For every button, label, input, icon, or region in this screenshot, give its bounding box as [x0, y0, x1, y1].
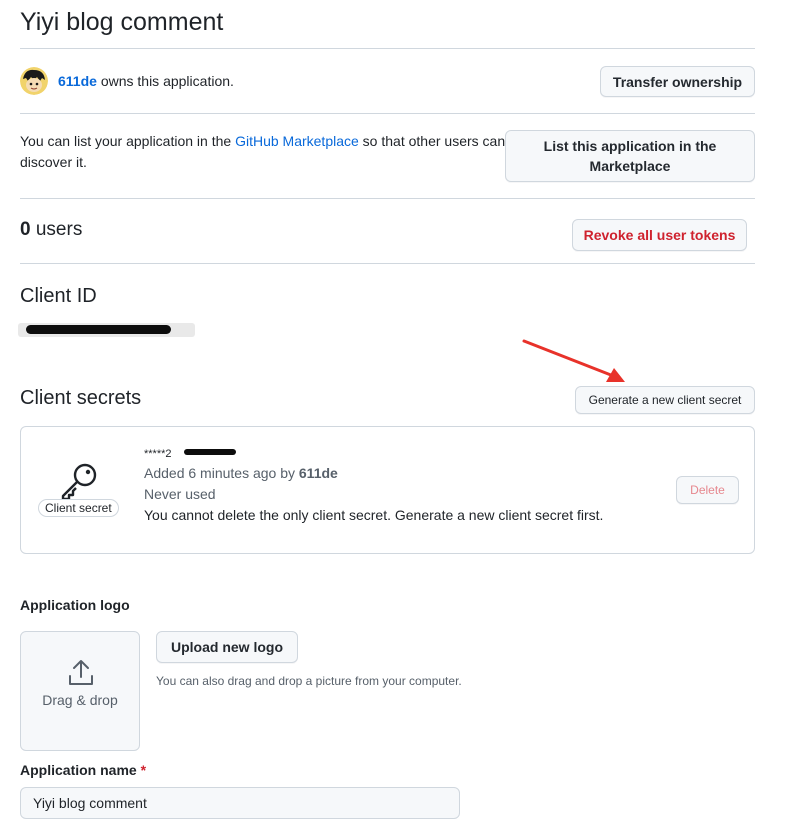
- generate-client-secret-button[interactable]: Generate a new client secret: [575, 386, 755, 414]
- secret-added-line: Added 6 minutes ago by 611de: [144, 463, 603, 484]
- avatar[interactable]: [20, 67, 48, 95]
- users-count: 0 users: [20, 219, 82, 241]
- secret-usage: Never used: [144, 486, 216, 502]
- client-id-redaction: [26, 325, 171, 334]
- divider: [20, 48, 755, 49]
- client-id-heading: Client ID: [20, 285, 97, 307]
- owner-row: 611de owns this application.: [20, 66, 234, 96]
- users-count-number: 0: [20, 219, 31, 240]
- page-title: Yiyi blog comment: [20, 8, 224, 36]
- required-mark: *: [140, 762, 147, 778]
- logo-upload-note: You can also drag and drop a picture fro…: [156, 674, 462, 688]
- marketplace-text-before: You can list your application in the: [20, 133, 236, 149]
- key-icon: [61, 463, 97, 501]
- owner-text: owns this application.: [100, 73, 234, 89]
- secret-redaction: [184, 449, 236, 455]
- secret-added-text: Added 6 minutes ago by: [144, 465, 299, 481]
- application-name-input[interactable]: [20, 787, 460, 819]
- client-secret-badge: Client secret: [38, 499, 119, 517]
- secret-added-by: 611de: [298, 465, 338, 481]
- secret-value-row: *****2: [144, 445, 603, 463]
- revoke-all-user-tokens-button[interactable]: Revoke all user tokens: [572, 219, 747, 251]
- upload-new-logo-button[interactable]: Upload new logo: [156, 631, 298, 663]
- delete-secret-button[interactable]: Delete: [676, 476, 739, 504]
- secret-masked-value: *****2: [144, 448, 172, 460]
- upload-icon: [69, 660, 93, 685]
- secret-warning: You cannot delete the only client secret…: [144, 507, 604, 523]
- owner-username-link[interactable]: 611de: [58, 73, 97, 89]
- users-label: users: [35, 219, 83, 240]
- transfer-ownership-button[interactable]: Transfer ownership: [600, 66, 755, 97]
- application-name-label-text: Application name: [20, 762, 137, 778]
- github-marketplace-link[interactable]: GitHub Marketplace: [235, 133, 359, 149]
- logo-dropzone[interactable]: Drag & drop: [20, 631, 140, 751]
- dropzone-text: Drag & drop: [42, 692, 118, 708]
- client-secret-card: Client secret *****2 Added 6 minutes ago…: [20, 426, 755, 554]
- client-secrets-heading: Client secrets: [20, 387, 142, 409]
- red-annotation-arrow: [522, 339, 625, 382]
- marketplace-text: You can list your application in the Git…: [20, 131, 510, 173]
- secret-details: *****2 Added 6 minutes ago by 611de Neve…: [144, 445, 603, 526]
- application-logo-heading: Application logo: [20, 597, 130, 613]
- application-name-label: Application name *: [20, 762, 146, 778]
- divider: [20, 263, 755, 264]
- divider: [20, 198, 755, 199]
- divider: [20, 113, 755, 114]
- list-in-marketplace-button[interactable]: List this application in the Marketplace: [505, 130, 755, 182]
